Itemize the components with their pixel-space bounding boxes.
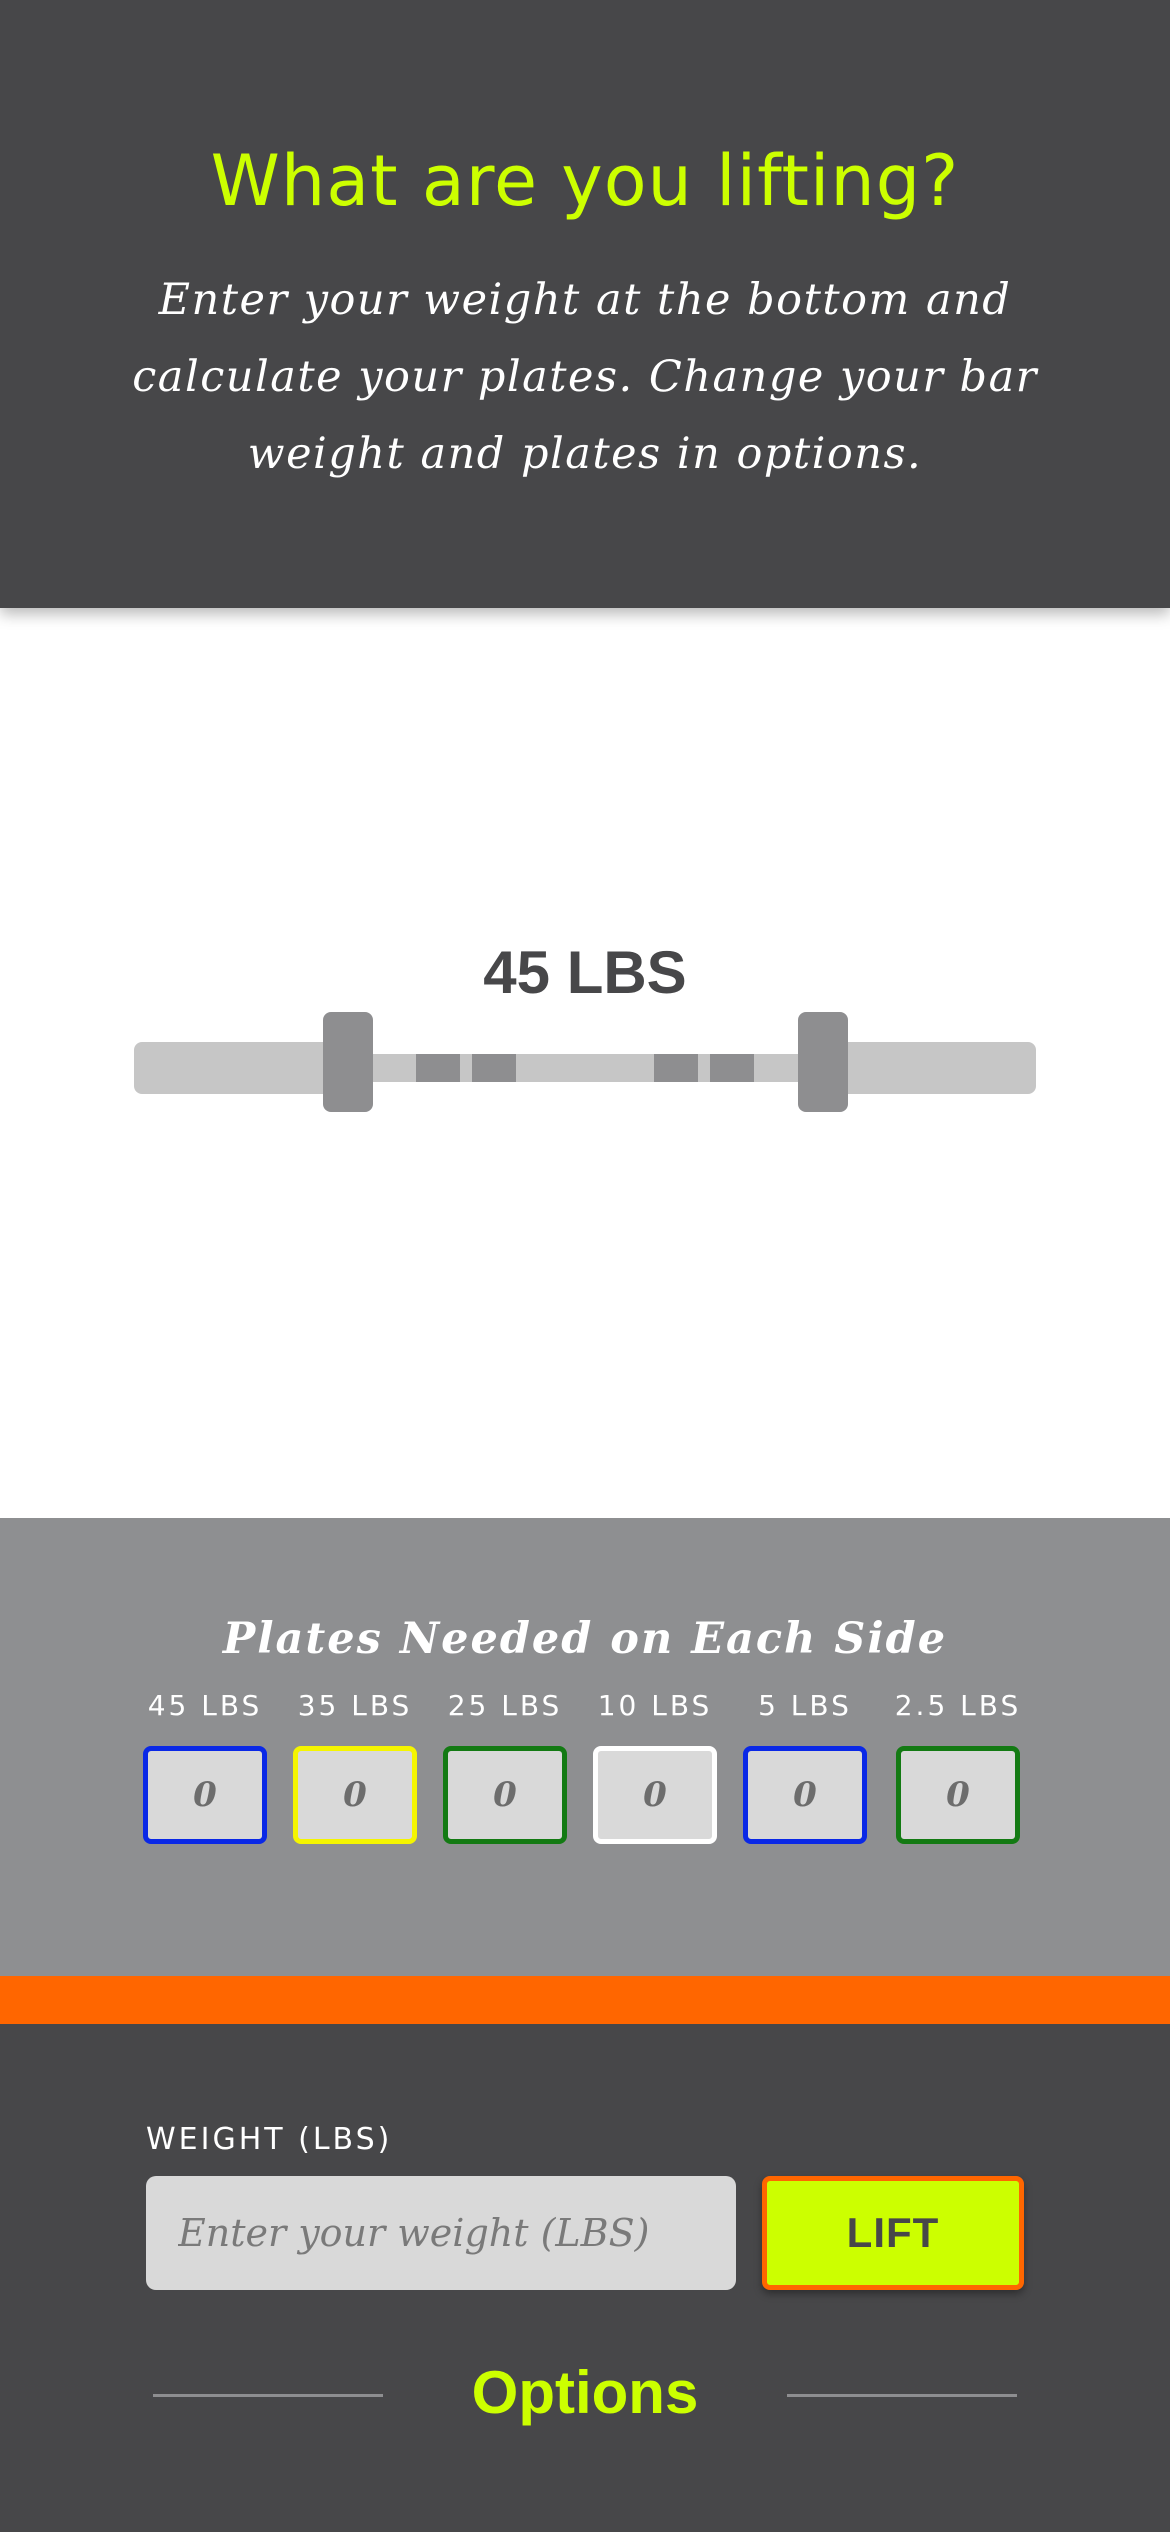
page-title: What are you lifting? [210, 140, 960, 222]
plate-2-5: 2.5 LBS 0 [883, 1690, 1033, 1844]
right-sleeve [834, 1042, 1036, 1094]
plate-count: 0 [143, 1746, 267, 1844]
divider [787, 2394, 1017, 2397]
plate-label: 35 LBS [297, 1689, 413, 1722]
plate-count: 0 [593, 1746, 717, 1844]
options-link[interactable]: Options [0, 2358, 1170, 2427]
plate-45: 45 LBS 0 [130, 1690, 280, 1844]
plate-count: 0 [443, 1746, 567, 1844]
weight-input[interactable] [146, 2176, 736, 2290]
plate-label: 10 LBS [597, 1689, 713, 1722]
weight-field-label: WEIGHT (LBS) [146, 2122, 393, 2157]
options-row: Options [0, 2354, 1170, 2434]
lift-button[interactable]: LIFT [762, 2176, 1024, 2290]
total-weight-label: 45 LBS [483, 939, 687, 1006]
plate-label: 2.5 LBS [894, 1689, 1022, 1722]
left-collar [323, 1012, 373, 1112]
left-sleeve [134, 1042, 334, 1094]
plate-label: 25 LBS [447, 1689, 563, 1722]
barbell-display: 45 LBS [0, 608, 1170, 1518]
instructions-text: Enter your weight at the bottom and calc… [132, 275, 1038, 479]
plate-5: 5 LBS 0 [730, 1690, 880, 1844]
plate-count: 0 [896, 1746, 1020, 1844]
barbell-graphic [134, 1012, 1036, 1112]
knurl-mark [416, 1054, 460, 1082]
plate-label: 45 LBS [147, 1689, 263, 1722]
plates-title: Plates Needed on Each Side [222, 1614, 948, 1664]
plates-section: Plates Needed on Each Side 45 LBS 0 35 L… [0, 1518, 1170, 1976]
plate-count: 0 [293, 1746, 417, 1844]
knurl-mark [654, 1054, 698, 1082]
header: What are you lifting? Enter your weight … [0, 0, 1170, 608]
weight-form: WEIGHT (LBS) LIFT Options [0, 2024, 1170, 2532]
knurl-mark [710, 1054, 754, 1082]
plate-10: 10 LBS 0 [580, 1690, 730, 1844]
bar-shaft [334, 1054, 834, 1082]
plate-35: 35 LBS 0 [280, 1690, 430, 1844]
plate-label: 5 LBS [758, 1689, 852, 1722]
accent-stripe [0, 1976, 1170, 2024]
knurl-mark [472, 1054, 516, 1082]
plate-count: 0 [743, 1746, 867, 1844]
right-collar [798, 1012, 848, 1112]
plate-25: 25 LBS 0 [430, 1690, 580, 1844]
